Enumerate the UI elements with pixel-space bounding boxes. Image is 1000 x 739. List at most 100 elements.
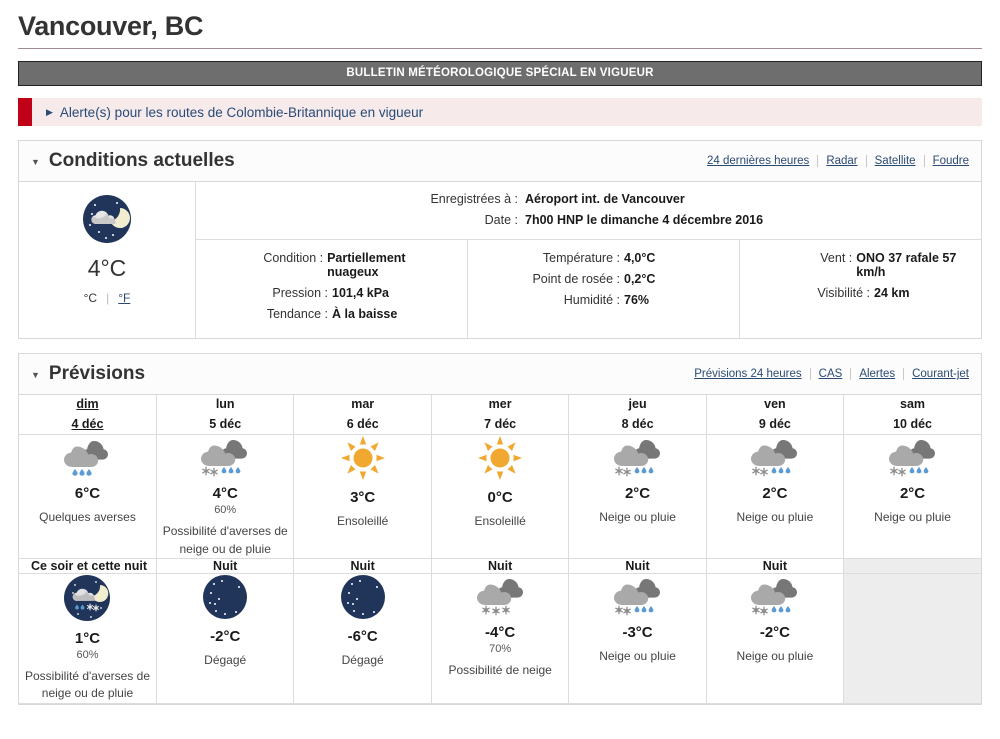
night-summary-2: Dégagé [341,652,384,667]
day-weekday-4: jeu [628,397,647,412]
current-conditions-header: ▼ Conditions actuelles 24 dernières heur… [19,141,981,183]
condition-columns: Condition : Partiellement nuageux Pressio… [196,240,981,339]
clear-night-icon [202,574,248,620]
day-header-6[interactable]: sam 10 déc [843,395,981,436]
caret-down-icon[interactable]: ▼ [31,370,40,380]
pressure-row: Pression : 101,4 kPa [208,286,455,300]
day-forecast-5[interactable]: 2°C Neige ou pluie [706,434,845,559]
day-weekday-5: ven [764,397,786,412]
day-header-0[interactable]: dim 4 déc [19,395,157,436]
day-forecast-2[interactable]: 3°C Ensoleillé [293,434,432,559]
pressure-value: 101,4 kPa [332,286,389,301]
unit-celsius: °C [83,291,98,306]
tendency-label: Tendance : [266,307,328,322]
current-conditions-panel: ▼ Conditions actuelles 24 dernières heur… [18,140,982,340]
condition-label: Condition : [263,251,324,266]
day-forecast-3[interactable]: 0°C Ensoleillé [431,434,570,559]
current-conditions-details: Enregistrées à : Aéroport int. de Vancou… [196,182,981,339]
night-forecast-5[interactable]: -2°C Neige ou pluie [706,573,845,704]
visibility-value: 24 km [874,286,910,301]
link-radar[interactable]: Radar [818,155,865,167]
day-date-0: 4 déc [71,416,104,431]
day-summary-2: Ensoleillé [336,514,389,529]
pressure-label: Pression : [272,286,328,301]
forecast-header: ▼ Prévisions Prévisions 24 heures CAS Al… [19,354,981,396]
day-forecast-4[interactable]: 2°C Neige ou pluie [568,434,707,559]
day-header-2[interactable]: mar 6 déc [293,395,432,436]
night-forecast-2[interactable]: -6°C Dégagé [293,573,432,704]
night-forecast-1[interactable]: -2°C Dégagé [156,573,295,704]
night-summary-4: Neige ou pluie [599,648,676,663]
observation-station-label: Enregistrées à : [430,192,518,207]
clear-night-icon [340,574,386,620]
day-forecast-0[interactable]: 6°C Quelques averses [19,434,157,559]
night-header-5: Nuit [706,558,845,574]
day-summary-6: Neige ou pluie [874,510,951,525]
night-temp-3: -4°C [485,623,516,641]
temperature-label: Température : [542,251,620,266]
night-header-3: Nuit [431,558,570,574]
unit-fahrenheit-link[interactable]: °F [109,291,130,305]
link-cas[interactable]: CAS [811,368,851,380]
day-header-3[interactable]: mer 7 déc [431,395,570,436]
day-summary-3: Ensoleillé [474,514,526,529]
night-forecast-3[interactable]: -4°C 70% Possibilité de neige [431,573,570,704]
alert-label[interactable]: Alerte(s) pour les routes de Colombie-Br… [60,105,423,120]
current-conditions-title[interactable]: ▼ Conditions actuelles [31,150,235,172]
link-lightning[interactable]: Foudre [925,155,969,167]
day-forecast-6[interactable]: 2°C Neige ou pluie [843,434,981,559]
road-alert-strip[interactable]: ▶ Alerte(s) pour les routes de Colombie-… [18,98,982,127]
link-alerts[interactable]: Alertes [851,368,903,380]
day-date-3: 7 déc [484,416,517,431]
night-forecast-0[interactable]: 1°C 60% Possibilité d'averses de neige o… [19,573,157,704]
link-satellite[interactable]: Satellite [867,155,924,167]
condition-column-2: Température : 4,0°C Point de rosée : 0,2°C… [468,240,740,339]
day-temp-0: 6°C [74,485,101,503]
night-header-0: Ce soir et cette nuit [19,558,157,574]
dewpoint-row: Point de rosée : 0,2°C [480,272,727,286]
sunny-icon [476,435,524,481]
night-header-1: Nuit [156,558,295,574]
current-conditions-body: 4°C °C | °F Enregistrées à : Aéroport int.… [19,182,981,339]
forecast-day-header-row: dim 4 déc lun 5 déc mar 6 déc mer 7 déc … [19,395,981,436]
day-weekday-3: mer [488,397,512,412]
night-temp-5: -2°C [759,623,790,641]
day-forecast-1[interactable]: 4°C 60% Possibilité d'averses de neige o… [156,434,295,559]
day-weekday-0: dim [76,397,99,412]
night-forecast-4[interactable]: -3°C Neige ou pluie [568,573,707,704]
special-weather-bulletin-banner[interactable]: BULLETIN MÉTÉOROLOGIQUE SPÉCIAL EN VIGUE… [18,61,982,87]
night-forecast-6 [843,573,981,704]
weather-page: Vancouver, BC BULLETIN MÉTÉOROLOGIQUE SP… [0,0,1000,705]
condition-row: Condition : Partiellement nuageux [208,251,455,279]
forecast-links: Prévisions 24 heures CAS Alertes Courant… [694,368,969,381]
day-summary-5: Neige ou pluie [736,510,814,525]
night-summary-1: Dégagé [204,652,247,667]
day-header-link-0[interactable]: dim 4 déc [19,395,156,434]
observation-date-row: Date : 7h00 HNP le dimanche 4 décembre 2… [196,213,981,227]
forecast-night-header-row: Ce soir et cette nuit Nuit Nuit Nuit Nui… [19,558,981,574]
night-summary-3: Possibilité de neige [448,662,552,677]
caret-down-icon[interactable]: ▼ [31,157,40,167]
snow-rain-mix-icon [195,435,255,477]
day-temp-3: 0°C [487,489,513,507]
observation-date-label: Date : [484,213,518,228]
forecast-panel: ▼ Prévisions Prévisions 24 heures CAS Al… [18,353,982,705]
page-title: Vancouver, BC [18,11,204,41]
unit-toggle[interactable]: °C | °F [19,291,195,305]
night-temp-2: -6°C [347,627,378,645]
day-date-5: 9 déc [758,416,791,431]
day-header-1[interactable]: lun 5 déc [156,395,295,436]
observation-date-value: 7h00 HNP le dimanche 4 décembre 2016 [525,213,764,228]
day-weekday-1: lun [215,397,235,412]
link-24-hours[interactable]: 24 dernières heures [707,155,817,167]
forecast-title[interactable]: ▼ Prévisions [31,363,145,385]
night-partly-cloudy-icon [82,194,132,244]
link-forecast-24h[interactable]: Prévisions 24 heures [694,368,809,380]
alert-body[interactable]: ▶ Alerte(s) pour les routes de Colombie-… [32,98,423,126]
link-jetstream[interactable]: Courant-jet [904,368,969,380]
day-header-4[interactable]: jeu 8 déc [568,395,707,436]
observation-station-value: Aéroport int. de Vancouver [525,192,685,207]
observation-meta: Enregistrées à : Aéroport int. de Vancou… [196,182,981,241]
tendency-value: À la baisse [332,307,398,322]
day-header-5[interactable]: ven 9 déc [706,395,845,436]
